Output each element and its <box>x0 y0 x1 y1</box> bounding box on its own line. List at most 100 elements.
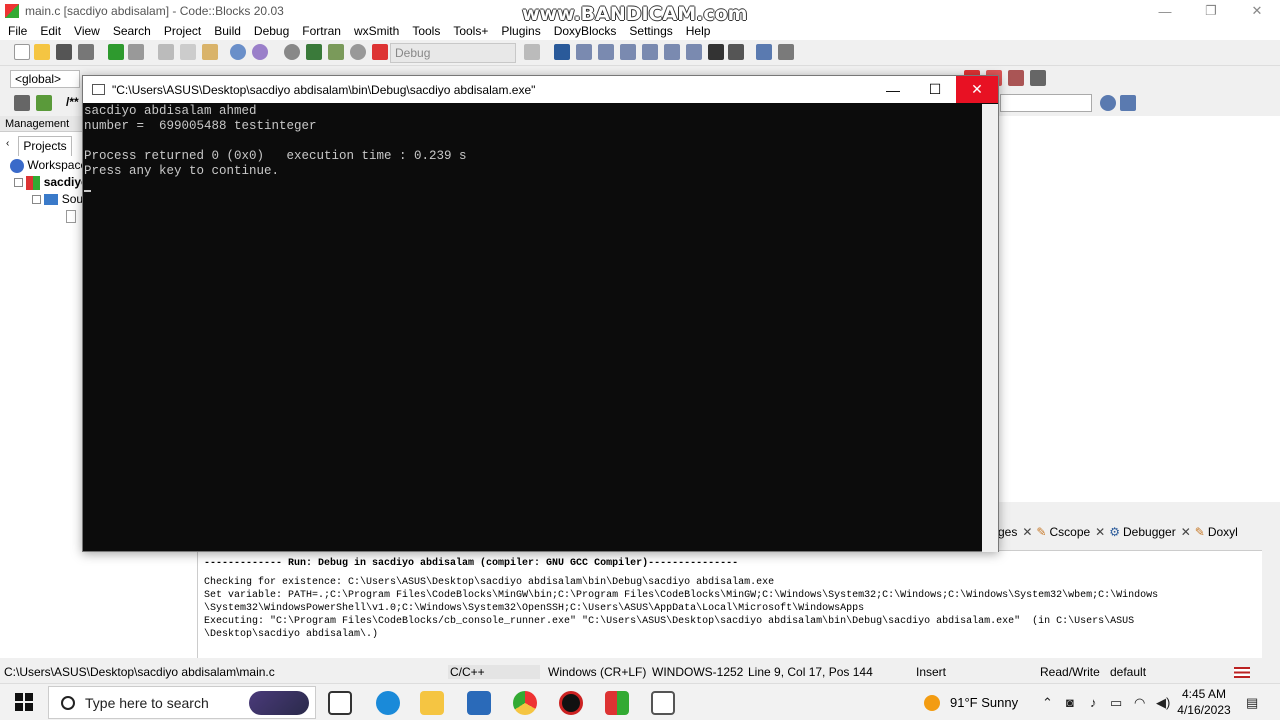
ide-maximize-button[interactable]: ❐ <box>1188 0 1234 22</box>
tree-file[interactable] <box>66 209 76 224</box>
tab-scroll-left-icon[interactable]: ‹ <box>6 138 9 149</box>
debug-windows-icon[interactable] <box>756 44 772 60</box>
doxywizard-icon[interactable] <box>14 95 30 111</box>
console-scrollbar[interactable] <box>982 104 998 552</box>
tab-cscope[interactable]: ✎ Cscope ✕ <box>1036 525 1105 539</box>
open-folder-icon[interactable] <box>34 44 50 60</box>
find-icon[interactable] <box>230 44 246 60</box>
volume-icon[interactable]: ◀) <box>1156 695 1170 711</box>
collapse-icon[interactable] <box>14 178 23 188</box>
taskbar-search-box[interactable]: Type here to search <box>48 686 316 719</box>
various-info-icon[interactable] <box>778 44 794 60</box>
bookmark-next-icon[interactable] <box>1008 70 1024 86</box>
next-instruction-icon[interactable] <box>664 44 680 60</box>
show-hidden-icons-chevron-icon[interactable]: ⌃ <box>1042 695 1053 711</box>
redo-icon[interactable] <box>128 44 144 60</box>
menu-project[interactable]: Project <box>156 24 206 38</box>
target-options-icon[interactable] <box>524 44 540 60</box>
stop-debugger-icon[interactable] <box>728 44 744 60</box>
menu-tools[interactable]: Tools <box>404 24 445 38</box>
notifications-icon[interactable]: ▤ <box>1246 695 1258 711</box>
windows-start-icon[interactable] <box>15 693 33 711</box>
menu-search[interactable]: Search <box>105 24 156 38</box>
pause-icon[interactable] <box>708 44 724 60</box>
debug-start-icon[interactable] <box>554 44 570 60</box>
rebuild-icon[interactable] <box>350 44 366 60</box>
run-to-cursor-icon[interactable] <box>576 44 592 60</box>
menu-settings[interactable]: Settings <box>621 24 677 38</box>
battery-icon[interactable]: ▭ <box>1110 695 1122 711</box>
extract-docs-icon[interactable] <box>36 95 52 111</box>
menu-build[interactable]: Build <box>206 24 246 38</box>
file-explorer-icon[interactable] <box>420 691 444 715</box>
build-target-select[interactable]: Debug <box>390 43 516 63</box>
paste-icon[interactable] <box>202 44 218 60</box>
tree-sources[interactable]: Sou <box>32 192 83 206</box>
camera-icon[interactable]: ◙ <box>1066 695 1074 710</box>
taskbar-clock[interactable]: 4:45 AM 4/16/2023 <box>1176 686 1232 718</box>
copy-icon[interactable] <box>180 44 196 60</box>
menu-help[interactable]: Help <box>678 24 716 38</box>
build-and-run-icon[interactable] <box>328 44 344 60</box>
tab-doxyblocks[interactable]: ✎ Doxyl <box>1195 525 1238 539</box>
task-view-icon[interactable] <box>328 691 352 715</box>
close-icon[interactable]: ✕ <box>1181 525 1191 539</box>
tree-project[interactable]: sacdiyo <box>14 175 88 190</box>
menu-fortran[interactable]: Fortran <box>294 24 346 38</box>
abort-icon[interactable] <box>372 44 388 60</box>
console-minimize-button[interactable]: — <box>872 76 914 103</box>
scope-select[interactable]: <global> <box>10 70 80 88</box>
tab-projects[interactable]: Projects <box>18 136 72 156</box>
save-icon[interactable] <box>56 44 72 60</box>
collapse-icon[interactable] <box>32 195 41 205</box>
console-maximize-button[interactable]: ☐ <box>914 76 956 103</box>
new-file-icon[interactable] <box>14 44 30 60</box>
right-search-combo[interactable] <box>1000 94 1092 112</box>
block-comment-label[interactable]: /** <box>66 95 79 109</box>
menu-debug[interactable]: Debug <box>246 24 294 38</box>
build-log-scrollbar[interactable] <box>1262 548 1280 658</box>
editor-area[interactable] <box>998 116 1280 502</box>
edge-browser-icon[interactable] <box>376 691 400 715</box>
tab-debugger[interactable]: ⚙ Debugger ✕ <box>1109 525 1191 539</box>
menu-plugins[interactable]: Plugins <box>493 24 545 38</box>
language-flag-icon[interactable] <box>1234 667 1250 678</box>
chrome-icon[interactable] <box>513 691 537 715</box>
bandicam-record-icon[interactable] <box>559 691 583 715</box>
menu-wxsmith[interactable]: wxSmith <box>346 24 404 38</box>
next-line-icon[interactable] <box>598 44 614 60</box>
close-icon[interactable]: ✕ <box>1022 525 1032 539</box>
build-gear-icon[interactable] <box>284 44 300 60</box>
cut-icon[interactable] <box>158 44 174 60</box>
close-icon[interactable]: ✕ <box>1095 525 1105 539</box>
step-into-icon[interactable] <box>620 44 636 60</box>
menu-tools-plus[interactable]: Tools+ <box>445 24 493 38</box>
tab-build-messages[interactable]: ges ✕ <box>998 525 1032 539</box>
wifi-icon[interactable]: ◠ <box>1134 695 1145 711</box>
bookmark-clear-icon[interactable] <box>1030 70 1046 86</box>
codeblocks-taskbar-icon[interactable] <box>605 691 629 715</box>
settings-icon[interactable] <box>1120 95 1136 111</box>
console-output[interactable]: sacdiyo abdisalam ahmed number = 6990054… <box>83 104 982 552</box>
mail-icon[interactable] <box>467 691 491 715</box>
tree-workspace[interactable]: Workspace <box>10 158 87 173</box>
replace-icon[interactable] <box>252 44 268 60</box>
console-title-bar[interactable]: "C:\Users\ASUS\Desktop\sacdiyo abdisalam… <box>83 76 998 103</box>
weather-sun-icon[interactable] <box>924 695 940 711</box>
microphone-icon[interactable]: ♪ <box>1090 695 1097 710</box>
console-window[interactable]: "C:\Users\ASUS\Desktop\sacdiyo abdisalam… <box>82 75 999 552</box>
console-taskbar-icon[interactable] <box>651 691 675 715</box>
menu-edit[interactable]: Edit <box>32 24 66 38</box>
menu-doxyblocks[interactable]: DoxyBlocks <box>546 24 622 38</box>
build-log-panel[interactable]: ------------- Run: Debug in sacdiyo abdi… <box>198 550 1280 658</box>
step-into-instruction-icon[interactable] <box>686 44 702 60</box>
undo-icon[interactable] <box>108 44 124 60</box>
menu-file[interactable]: File <box>0 24 32 38</box>
ide-minimize-button[interactable]: — <box>1142 0 1188 22</box>
run-icon[interactable] <box>306 44 322 60</box>
search-icon[interactable] <box>1100 95 1116 111</box>
ide-close-button[interactable]: ✕ <box>1234 0 1280 22</box>
step-out-icon[interactable] <box>642 44 658 60</box>
menu-view[interactable]: View <box>66 24 105 38</box>
weather-text[interactable]: 91°F Sunny <box>950 695 1018 710</box>
